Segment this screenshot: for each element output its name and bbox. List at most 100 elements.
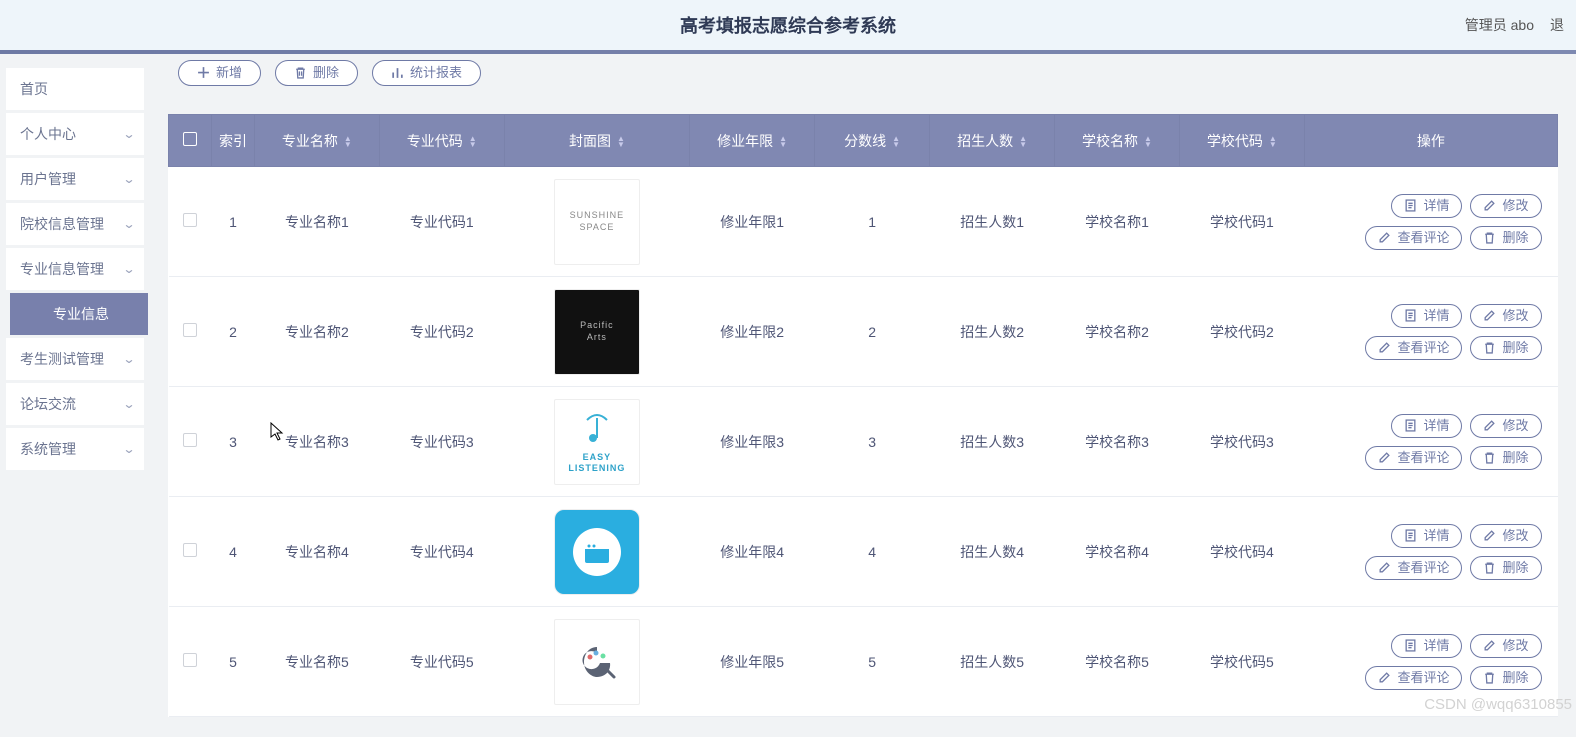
sidebar-item[interactable]: 用户管理⌄ <box>6 158 144 200</box>
sidebar-item[interactable]: 院校信息管理⌄ <box>6 203 144 245</box>
row-checkbox[interactable] <box>183 653 197 667</box>
column-cover-label[interactable]: 封面图 <box>569 133 611 149</box>
header-bar: 高考填报志愿综合参考系统 管理员 abo 退 <box>0 0 1576 50</box>
sidebar-item[interactable]: 论坛交流 ⌄ <box>6 383 144 425</box>
cell-score: 3 <box>815 387 930 497</box>
sort-icon[interactable]: ▲▼ <box>469 136 477 148</box>
row-delete-button[interactable]: 删除 <box>1470 556 1541 580</box>
pen-icon <box>1378 451 1391 464</box>
sort-icon[interactable]: ▲▼ <box>1269 136 1277 148</box>
column-score-label[interactable]: 分数线 <box>844 133 886 149</box>
edit-button[interactable]: 修改 <box>1470 634 1541 658</box>
detail-button[interactable]: 详情 <box>1391 524 1462 548</box>
column-ops: 操作 <box>1304 115 1557 167</box>
cell-major: 专业名称5 <box>254 607 379 717</box>
toolbar: 新增 删除 统计报表 <box>168 60 1558 96</box>
edit-button[interactable]: 修改 <box>1470 414 1541 438</box>
cell-school-code: 学校代码5 <box>1179 607 1304 717</box>
cell-school: 学校名称2 <box>1055 277 1180 387</box>
sidebar-item-label: 专业信息 <box>53 304 109 324</box>
sidebar-item-label: 用户管理 <box>20 169 76 189</box>
cell-enroll: 招生人数5 <box>930 607 1055 717</box>
row-ops: 详情修改查看评论删除 <box>1310 524 1551 580</box>
cell-score: 5 <box>815 607 930 717</box>
column-score: 分数线 ▲▼ <box>815 115 930 167</box>
sort-icon[interactable]: ▲▼ <box>892 136 900 148</box>
edit-button[interactable]: 修改 <box>1470 524 1541 548</box>
row-delete-button[interactable]: 删除 <box>1470 446 1541 470</box>
pen-icon <box>1378 341 1391 354</box>
review-button[interactable]: 查看评论 <box>1365 666 1462 690</box>
plus-icon <box>197 66 210 79</box>
pen-icon <box>1483 639 1496 652</box>
row-checkbox[interactable] <box>183 213 197 227</box>
pen-icon <box>1378 231 1391 244</box>
column-major-label[interactable]: 专业名称 <box>282 133 338 149</box>
chevron-down-icon: ⌄ <box>122 217 135 231</box>
chevron-down-icon: ⌄ <box>122 352 135 366</box>
column-index-label[interactable]: 索引 <box>219 133 247 149</box>
pen-icon <box>1483 199 1496 212</box>
table-row: 2专业名称2专业代码2PacificArts修业年限22招生人数2学校名称2学校… <box>169 277 1558 387</box>
sort-icon[interactable]: ▲▼ <box>1019 136 1027 148</box>
logout-link[interactable]: 退 <box>1550 15 1564 35</box>
sort-icon[interactable]: ▲▼ <box>617 136 625 148</box>
sort-icon[interactable]: ▲▼ <box>1144 136 1152 148</box>
pen-icon <box>1483 529 1496 542</box>
cover-thumb <box>554 619 640 705</box>
review-button[interactable]: 查看评论 <box>1365 336 1462 360</box>
cover-thumb: PacificArts <box>554 289 640 375</box>
cell-enroll: 招生人数3 <box>930 387 1055 497</box>
row-delete-button[interactable]: 删除 <box>1470 336 1541 360</box>
sidebar-item[interactable]: 系统管理⌄ <box>6 428 144 470</box>
report-button[interactable]: 统计报表 <box>372 60 481 86</box>
chevron-down-icon: ⌄ <box>122 397 135 411</box>
pen-icon <box>1378 561 1391 574</box>
sidebar-item-label: 论坛交流 <box>20 394 76 414</box>
column-school-label[interactable]: 学校名称 <box>1082 133 1138 149</box>
cell-school-code: 学校代码3 <box>1179 387 1304 497</box>
edit-button[interactable]: 修改 <box>1470 304 1541 328</box>
cell-score: 2 <box>815 277 930 387</box>
cell-enroll: 招生人数4 <box>930 497 1055 607</box>
username-label[interactable]: 管理员 abo <box>1465 15 1534 35</box>
sidebar-item[interactable]: 首页⌄ <box>6 68 144 110</box>
add-button[interactable]: 新增 <box>178 60 261 86</box>
column-enroll-label[interactable]: 招生人数 <box>957 133 1013 149</box>
row-delete-button[interactable]: 删除 <box>1470 666 1541 690</box>
row-checkbox[interactable] <box>183 433 197 447</box>
select-all-checkbox[interactable] <box>183 132 197 146</box>
sidebar-item-label: 个人中心 <box>20 124 76 144</box>
column-code-label[interactable]: 专业代码 <box>407 133 463 149</box>
review-button[interactable]: 查看评论 <box>1365 556 1462 580</box>
cover-thumb: SUNSHINESPACE <box>554 179 640 265</box>
detail-button[interactable]: 详情 <box>1391 304 1462 328</box>
sort-icon[interactable]: ▲▼ <box>344 136 352 148</box>
column-years-label[interactable]: 修业年限 <box>717 133 773 149</box>
cell-score: 1 <box>815 167 930 277</box>
sidebar-item[interactable]: 个人中心⌄ <box>6 113 144 155</box>
column-cover: 封面图 ▲▼ <box>504 115 689 167</box>
sidebar-item[interactable]: 专业信息⌄ <box>10 293 148 335</box>
detail-button[interactable]: 详情 <box>1391 414 1462 438</box>
column-checkbox[interactable] <box>169 115 212 167</box>
cell-cover: EASY LISTENING <box>504 387 689 497</box>
sidebar-item[interactable]: 考生测试管理⌄ <box>6 338 144 380</box>
row-delete-button[interactable]: 删除 <box>1470 226 1541 250</box>
column-years: 修业年限 ▲▼ <box>690 115 815 167</box>
detail-button[interactable]: 详情 <box>1391 194 1462 218</box>
sort-icon[interactable]: ▲▼ <box>779 136 787 148</box>
cell-school: 学校名称4 <box>1055 497 1180 607</box>
main-panel: 新增 删除 统计报表 <box>150 54 1576 737</box>
sidebar-item[interactable]: 专业信息管理⌄ <box>6 248 144 290</box>
delete-button[interactable]: 删除 <box>275 60 358 86</box>
detail-button[interactable]: 详情 <box>1391 634 1462 658</box>
row-checkbox[interactable] <box>183 543 197 557</box>
review-button[interactable]: 查看评论 <box>1365 446 1462 470</box>
edit-button[interactable]: 修改 <box>1470 194 1541 218</box>
row-checkbox[interactable] <box>183 323 197 337</box>
cell-code: 专业代码2 <box>379 277 504 387</box>
column-school-code-label[interactable]: 学校代码 <box>1207 133 1263 149</box>
cell-major: 专业名称2 <box>254 277 379 387</box>
review-button[interactable]: 查看评论 <box>1365 226 1462 250</box>
